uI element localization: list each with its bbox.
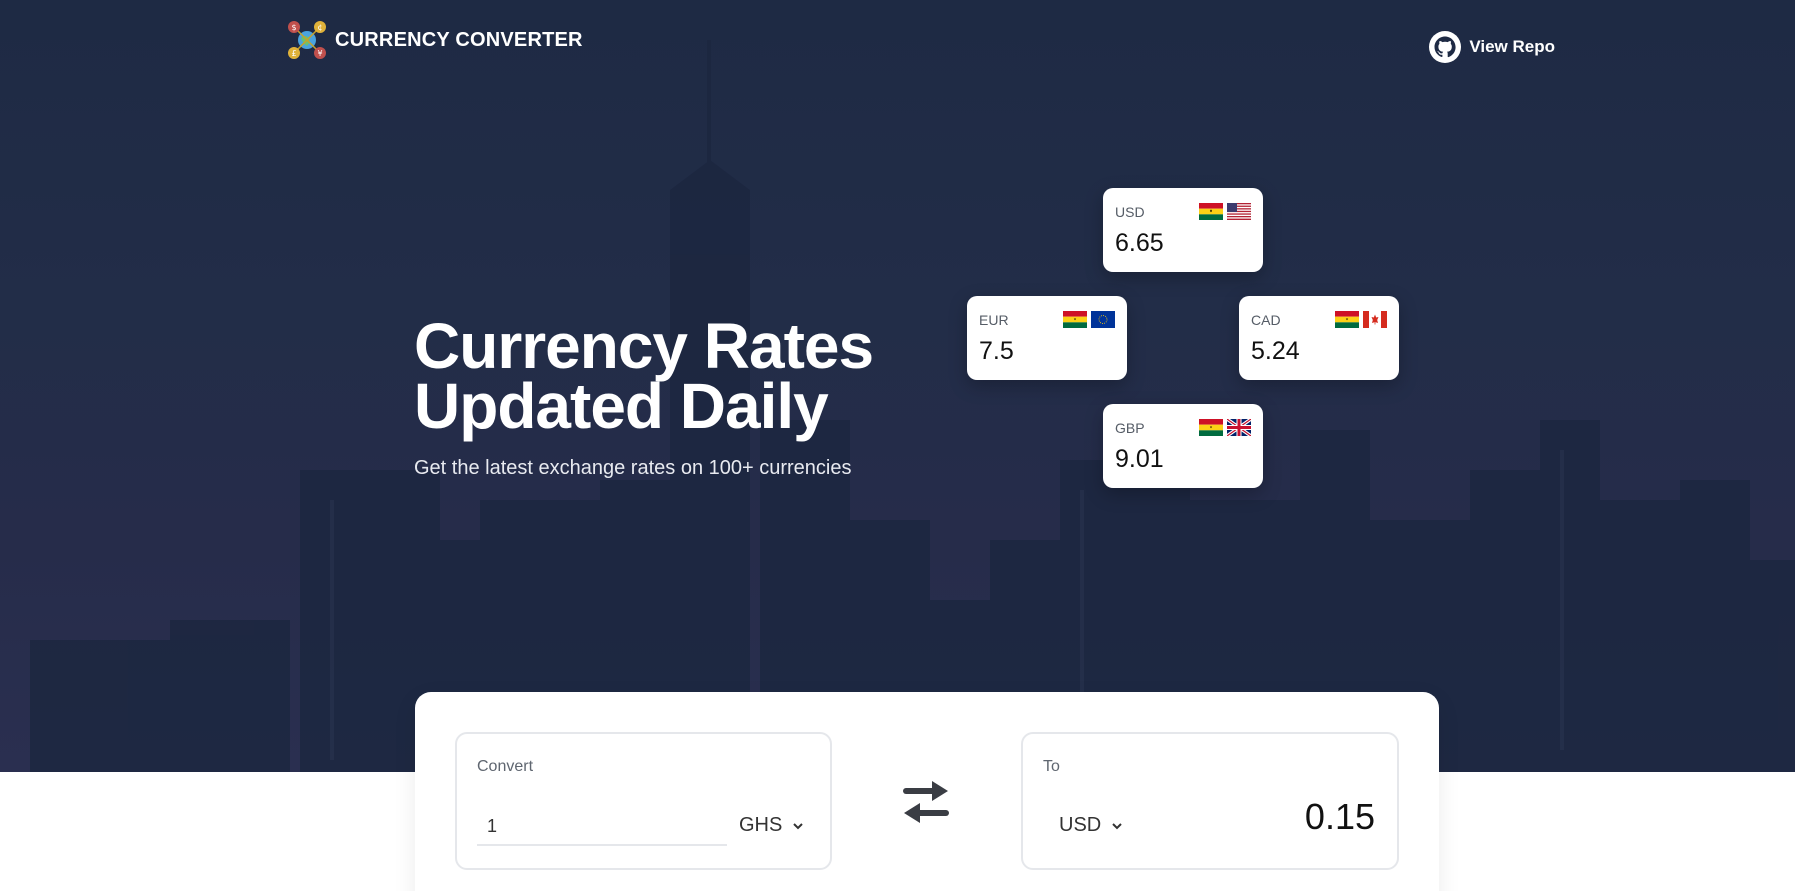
flag-pair [1063,311,1115,328]
rate-code: EUR [979,312,1009,328]
view-repo-label: View Repo [1469,37,1555,56]
ghana-flag-icon [1063,311,1087,328]
github-icon [1429,31,1462,63]
svg-text:¢: ¢ [317,23,322,32]
currency-globe-icon: $ ¢ £ ¥ [288,21,326,59]
svg-text:£: £ [291,49,296,58]
app-title: CURRENCY CONVERTER [335,28,583,51]
rate-value: 7.5 [979,337,1014,365]
usa-flag-icon [1227,203,1251,220]
chevron-down-icon [1112,822,1122,829]
ghana-flag-icon [1199,419,1223,436]
hero-title-line-1: Currency Rates [414,310,874,382]
to-currency-select[interactable]: USD [1059,814,1123,837]
from-currency-select[interactable]: GHS [739,814,804,837]
city-skyline-background [30,40,1795,772]
rate-code: CAD [1251,312,1281,328]
rate-card-usd: USD 6.65 [1103,188,1263,272]
amount-input[interactable] [477,808,727,846]
rate-code: USD [1115,204,1145,220]
converter-panel: Convert GHS To USD 0.15 [415,692,1439,891]
hero-section [0,0,1795,772]
convert-label: Convert [477,758,534,775]
top-header: $ ¢ £ ¥ CURRENCY CONVERTER View Repo [287,18,1555,78]
conversion-result: 0.15 [1304,796,1375,837]
eu-flag-icon [1091,311,1115,328]
view-repo-link[interactable]: View Repo [1429,31,1555,63]
chevron-down-icon [793,822,804,829]
flag-pair [1335,311,1387,328]
rate-value: 9.01 [1115,445,1164,473]
convert-from-box: Convert GHS [455,732,832,870]
rate-value: 6.65 [1115,229,1164,257]
rate-card-cad: CAD 5.24 [1239,296,1399,380]
swap-arrows-icon[interactable] [900,777,952,829]
rate-card-gbp: GBP 9.01 [1103,404,1263,488]
hero-subtitle: Get the latest exchange rates on 100+ cu… [414,457,852,479]
svg-text:¥: ¥ [317,49,322,58]
from-currency-value: GHS [739,814,783,836]
hero-title-line-2: Updated Daily [414,370,829,442]
svg-text:$: $ [291,23,296,32]
canada-flag-icon [1363,311,1387,328]
convert-to-box: To USD 0.15 [1021,732,1399,870]
flag-pair [1199,419,1251,436]
rate-value: 5.24 [1251,337,1300,365]
uk-flag-icon [1227,419,1251,436]
to-currency-value: USD [1059,814,1102,836]
flag-pair [1199,203,1251,220]
rate-code: GBP [1115,420,1145,436]
hero-title: Currency Rates Updated Daily [414,310,874,442]
ghana-flag-icon [1199,203,1223,220]
ghana-flag-icon [1335,311,1359,328]
to-label: To [1043,758,1060,775]
rate-card-eur: EUR 7.5 [967,296,1127,380]
brand[interactable]: $ ¢ £ ¥ CURRENCY CONVERTER [287,20,583,60]
